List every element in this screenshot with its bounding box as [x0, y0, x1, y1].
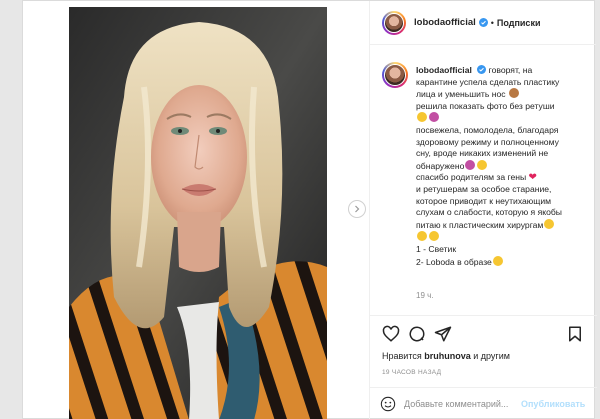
like-button[interactable]	[382, 325, 400, 343]
add-comment-bar: Опубликовать	[370, 387, 597, 419]
monkey-emoji-icon	[508, 88, 519, 99]
chevron-right-icon	[355, 205, 360, 213]
caption-line: которое приводит к неутихающим	[416, 195, 552, 206]
heart-icon	[382, 325, 400, 342]
caption-line: обнаружено	[416, 160, 465, 171]
laugh-emoji-icon	[544, 218, 555, 229]
smile-emoji-icon	[417, 112, 427, 123]
publish-button[interactable]: Опубликовать	[521, 399, 585, 409]
caption-line: питаю к пластическим хирургам	[416, 219, 544, 230]
caption-username[interactable]: lobodaofficial	[416, 65, 472, 75]
caption-line: здоровому режиму и полноценному	[416, 136, 559, 147]
comment-input[interactable]	[404, 399, 521, 409]
instagram-post: lobodaofficial • Подписки lobodaofficial…	[22, 0, 597, 419]
caption-line: посвежела, помолодела, благодаря	[416, 124, 559, 135]
caption-line: спасибо родителям за гены	[416, 172, 527, 183]
separator-dot: •	[490, 17, 494, 28]
caption-line: 1 - Светик	[416, 243, 457, 254]
post-side-panel: lobodaofficial • Подписки lobodaofficial…	[369, 1, 597, 419]
likes-user-link[interactable]: bruhunova	[424, 351, 471, 361]
caption-line: лица и уменьшить нос	[416, 89, 506, 100]
caption-comment: lobodaofficial говорят, на карантине усп…	[382, 62, 590, 268]
likes-others-link[interactable]: и другим	[473, 351, 510, 361]
caption-line: слухам о слабости, которую я якобы	[416, 207, 562, 218]
avatar[interactable]	[382, 62, 408, 88]
comment-button[interactable]	[408, 325, 426, 343]
header-username[interactable]: lobodaofficial	[414, 17, 476, 28]
action-bar	[370, 315, 597, 349]
caption-line: решила показать фото без ретуши	[416, 100, 555, 111]
following-button[interactable]: Подписки	[497, 18, 541, 28]
comment-icon	[409, 326, 425, 342]
caption-line: карантине успела сделать пластику	[416, 76, 560, 87]
caption-line: и ретушерам за особое старание,	[416, 183, 552, 194]
post-photo[interactable]	[69, 7, 327, 419]
bookmark-icon	[569, 326, 581, 342]
devil-emoji-icon	[465, 159, 476, 170]
caption-line: 2- Loboda в образе	[416, 256, 492, 267]
save-button[interactable]	[566, 325, 584, 343]
caption-timestamp: 19 ч.	[416, 291, 434, 300]
post-header: lobodaofficial • Подписки	[370, 1, 596, 45]
next-photo-button[interactable]	[348, 200, 366, 218]
post-timestamp[interactable]: 19 ЧАСОВ НАЗАД	[382, 369, 441, 376]
smile-emoji-icon	[492, 255, 503, 266]
verified-badge-icon	[478, 18, 488, 27]
likes-prefix: Нравится	[382, 351, 422, 361]
verified-badge-icon	[477, 65, 487, 74]
caption-line: сну, вроде никаких изменений не	[416, 148, 549, 159]
likes-summary: Нравится bruhunova и другим	[382, 351, 510, 361]
smiley-icon[interactable]	[380, 396, 396, 412]
caption-line: говорят, на	[488, 65, 533, 75]
victory-hand-emoji-icon	[429, 231, 439, 242]
devil-emoji-icon	[429, 112, 439, 123]
share-icon	[434, 326, 452, 342]
heart-emoji-icon: ❤	[528, 172, 537, 184]
share-button[interactable]	[434, 325, 452, 343]
avatar[interactable]	[382, 10, 406, 35]
caption-text: lobodaofficial говорят, на карантине усп…	[416, 65, 562, 268]
laugh-emoji-icon	[477, 159, 488, 170]
smile-emoji-icon	[417, 231, 427, 242]
